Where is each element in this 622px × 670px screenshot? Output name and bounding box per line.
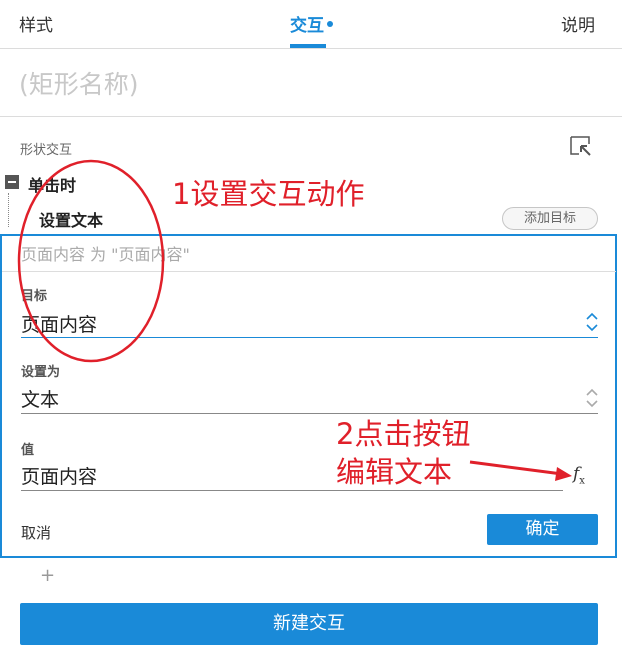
tab-interactions[interactable]: 交互 — [290, 14, 333, 38]
add-action-button[interactable]: + — [40, 565, 55, 586]
value-input[interactable]: 页面内容 — [21, 462, 97, 489]
cancel-button[interactable]: 取消 — [21, 522, 51, 543]
tree-line — [8, 193, 9, 227]
tab-interactions-label: 交互 — [290, 16, 324, 36]
set-as-select[interactable]: 文本 — [21, 385, 59, 412]
action-summary: 页面内容 为 "页面内容" — [21, 245, 190, 264]
event-label[interactable]: 单击时 — [28, 172, 76, 196]
fx-icon[interactable]: fx — [573, 464, 585, 486]
modified-dot — [327, 21, 333, 27]
target-select[interactable]: 页面内容 — [21, 310, 97, 337]
value-label: 值 — [21, 443, 35, 458]
section-label: 形状交互 — [20, 143, 73, 158]
set-as-label: 设置为 — [21, 365, 61, 380]
annotation-note-2-line-2: 编辑文本 — [336, 455, 453, 489]
divider — [0, 48, 622, 49]
target-underline — [21, 337, 598, 338]
divider — [0, 116, 622, 117]
shape-name-input[interactable]: (矩形名称) — [19, 68, 139, 102]
target-label: 目标 — [21, 289, 48, 304]
action-label[interactable]: 设置文本 — [39, 207, 103, 231]
new-interaction-button[interactable]: 新建交互 — [20, 603, 598, 645]
tab-style-label: 样式 — [19, 16, 53, 36]
chevron-up-down-icon[interactable] — [585, 311, 599, 333]
chevron-up-down-icon[interactable] — [585, 387, 599, 409]
divider — [2, 271, 616, 272]
add-target-button[interactable]: 添加目标 — [502, 207, 598, 230]
select-arrow-icon[interactable] — [570, 136, 592, 156]
annotation-note-1: 1设置交互动作 — [172, 177, 365, 211]
collapse-toggle[interactable] — [5, 175, 19, 189]
tab-notes-label: 说明 — [561, 16, 595, 36]
value-underline — [21, 490, 563, 491]
tab-notes[interactable]: 说明 — [561, 14, 595, 38]
annotation-note-2-line-1: 2点击按钮 — [336, 417, 471, 451]
tab-style[interactable]: 样式 — [19, 14, 53, 38]
set-as-underline — [21, 413, 598, 414]
action-editor-panel — [0, 234, 617, 558]
ok-button[interactable]: 确定 — [487, 514, 598, 545]
